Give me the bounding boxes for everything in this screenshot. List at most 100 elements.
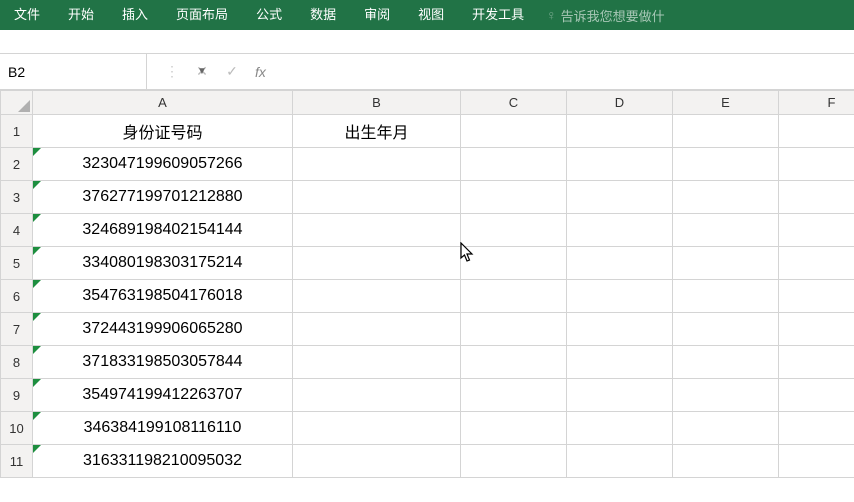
cell-A8[interactable]: 371833198503057844	[33, 346, 293, 379]
tab-formula[interactable]: 公式	[242, 0, 296, 30]
cell-D7[interactable]	[567, 313, 673, 346]
name-box-dropdown-icon[interactable]: ▼	[197, 66, 211, 77]
cell-C10[interactable]	[461, 412, 567, 445]
cell-B8[interactable]	[293, 346, 461, 379]
cell-C1[interactable]	[461, 115, 567, 148]
cell-E2[interactable]	[673, 148, 779, 181]
cell-F3[interactable]	[779, 181, 854, 214]
cell-D1[interactable]	[567, 115, 673, 148]
tab-view[interactable]: 视图	[404, 0, 458, 30]
cell-E6[interactable]	[673, 280, 779, 313]
cell-E5[interactable]	[673, 247, 779, 280]
cell-B5[interactable]	[293, 247, 461, 280]
cell-F7[interactable]	[779, 313, 854, 346]
cell-C5[interactable]	[461, 247, 567, 280]
row-header-10[interactable]: 10	[1, 412, 33, 445]
col-header-F[interactable]: F	[779, 91, 854, 115]
cell-A10[interactable]: 346384199108116110	[33, 412, 293, 445]
col-header-D[interactable]: D	[567, 91, 673, 115]
cell-E1[interactable]	[673, 115, 779, 148]
row-header-5[interactable]: 5	[1, 247, 33, 280]
cell-F2[interactable]	[779, 148, 854, 181]
col-header-B[interactable]: B	[293, 91, 461, 115]
tab-review[interactable]: 审阅	[350, 0, 404, 30]
cell-B6[interactable]	[293, 280, 461, 313]
cell-A1[interactable]: 身份证号码	[33, 115, 293, 148]
cell-B10[interactable]	[293, 412, 461, 445]
cell-F8[interactable]	[779, 346, 854, 379]
cell-D2[interactable]	[567, 148, 673, 181]
cell-B11[interactable]	[293, 445, 461, 478]
tab-page-layout[interactable]: 页面布局	[162, 0, 242, 30]
sheet-area: A B C D E F 1 身份证号码 出生年月 2 3230471996090…	[0, 90, 854, 478]
cell-A5[interactable]: 334080198303175214	[33, 247, 293, 280]
cell-A11[interactable]: 316331198210095032	[33, 445, 293, 478]
cell-E9[interactable]	[673, 379, 779, 412]
cell-E7[interactable]	[673, 313, 779, 346]
cell-A4[interactable]: 324689198402154144	[33, 214, 293, 247]
cell-C3[interactable]	[461, 181, 567, 214]
col-header-E[interactable]: E	[673, 91, 779, 115]
cell-F10[interactable]	[779, 412, 854, 445]
cell-E11[interactable]	[673, 445, 779, 478]
col-header-A[interactable]: A	[33, 91, 293, 115]
cell-A3[interactable]: 376277199701212880	[33, 181, 293, 214]
cell-F11[interactable]	[779, 445, 854, 478]
row-header-6[interactable]: 6	[1, 280, 33, 313]
tab-insert[interactable]: 插入	[108, 0, 162, 30]
tab-data[interactable]: 数据	[296, 0, 350, 30]
cell-D6[interactable]	[567, 280, 673, 313]
cell-D4[interactable]	[567, 214, 673, 247]
cell-B2[interactable]	[293, 148, 461, 181]
cell-C11[interactable]	[461, 445, 567, 478]
cell-F6[interactable]	[779, 280, 854, 313]
cell-B4[interactable]	[293, 214, 461, 247]
cell-A2[interactable]: 323047199609057266	[33, 148, 293, 181]
cell-E8[interactable]	[673, 346, 779, 379]
cell-B1[interactable]: 出生年月	[293, 115, 461, 148]
cell-C9[interactable]	[461, 379, 567, 412]
cell-B9[interactable]	[293, 379, 461, 412]
cell-F1[interactable]	[779, 115, 854, 148]
cell-B3[interactable]	[293, 181, 461, 214]
confirm-icon[interactable]: ✓	[217, 63, 247, 80]
select-all-corner[interactable]	[1, 91, 33, 115]
row-header-8[interactable]: 8	[1, 346, 33, 379]
cell-C2[interactable]	[461, 148, 567, 181]
cell-F9[interactable]	[779, 379, 854, 412]
row-header-2[interactable]: 2	[1, 148, 33, 181]
fx-icon[interactable]: fx	[255, 64, 266, 80]
help-prompt[interactable]: ♀ 告诉我您想要做什	[546, 6, 665, 25]
cell-D9[interactable]	[567, 379, 673, 412]
cell-A7[interactable]: 372443199906065280	[33, 313, 293, 346]
cell-F5[interactable]	[779, 247, 854, 280]
cell-D3[interactable]	[567, 181, 673, 214]
name-box[interactable]	[0, 54, 197, 89]
cell-E4[interactable]	[673, 214, 779, 247]
cell-C6[interactable]	[461, 280, 567, 313]
row-header-1[interactable]: 1	[1, 115, 33, 148]
cell-D8[interactable]	[567, 346, 673, 379]
cell-F4[interactable]	[779, 214, 854, 247]
tab-home[interactable]: 开始	[54, 0, 108, 30]
cell-D11[interactable]	[567, 445, 673, 478]
cell-E3[interactable]	[673, 181, 779, 214]
formula-input[interactable]	[276, 54, 854, 89]
row-header-3[interactable]: 3	[1, 181, 33, 214]
row-header-7[interactable]: 7	[1, 313, 33, 346]
row-header-9[interactable]: 9	[1, 379, 33, 412]
col-header-C[interactable]: C	[461, 91, 567, 115]
cell-C8[interactable]	[461, 346, 567, 379]
cell-D5[interactable]	[567, 247, 673, 280]
row-header-11[interactable]: 11	[1, 445, 33, 478]
cell-D10[interactable]	[567, 412, 673, 445]
cell-E10[interactable]	[673, 412, 779, 445]
cell-C7[interactable]	[461, 313, 567, 346]
cell-B7[interactable]	[293, 313, 461, 346]
tab-developer[interactable]: 开发工具	[458, 0, 538, 30]
cell-C4[interactable]	[461, 214, 567, 247]
row-header-4[interactable]: 4	[1, 214, 33, 247]
tab-file[interactable]: 文件	[0, 0, 54, 30]
cell-A9[interactable]: 354974199412263707	[33, 379, 293, 412]
cell-A6[interactable]: 354763198504176018	[33, 280, 293, 313]
